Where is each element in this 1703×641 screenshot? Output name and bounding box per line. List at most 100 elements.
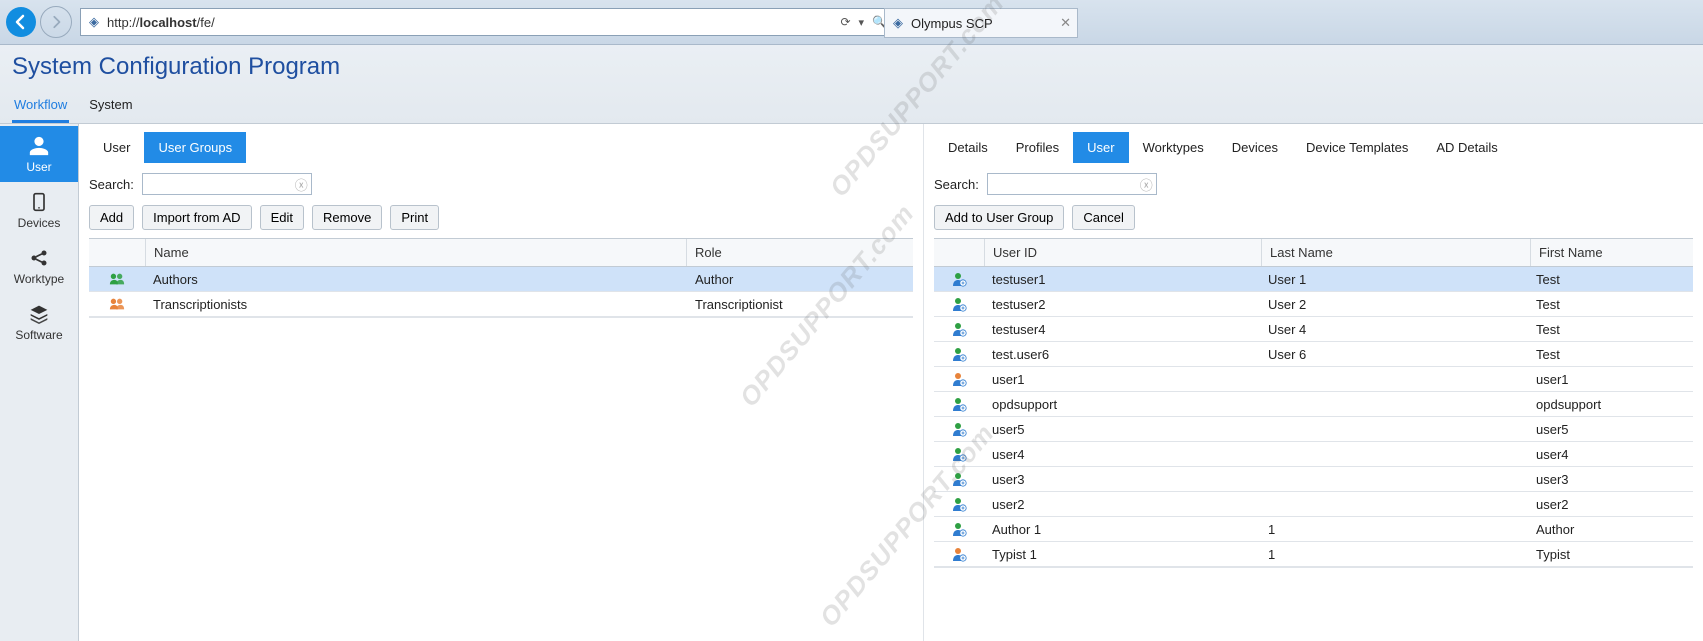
first-name-cell: Test (1528, 347, 1693, 362)
nav-back-button[interactable] (6, 7, 36, 37)
user-id-cell: user1 (984, 372, 1260, 387)
user-row[interactable]: Author 11Author (934, 517, 1693, 542)
sidebar-item-software[interactable]: Software (0, 294, 78, 350)
last-name-cell: User 6 (1260, 347, 1528, 362)
detail-tab-ad-details[interactable]: AD Details (1422, 132, 1511, 163)
sub-tab-user-groups[interactable]: User Groups (144, 132, 246, 163)
search-dropdown-icon[interactable]: ▾ (859, 16, 865, 29)
col-role[interactable]: Role (686, 239, 913, 266)
tab-close-icon[interactable]: ✕ (1060, 15, 1071, 31)
browser-tab[interactable]: ◈ Olympus SCP ✕ (884, 8, 1078, 38)
detail-tab-profiles[interactable]: Profiles (1002, 132, 1073, 163)
last-name-cell: User 1 (1260, 272, 1528, 287)
group-role: Author (687, 272, 913, 287)
edit-button[interactable]: Edit (260, 205, 304, 230)
left-sub-tabs: UserUser Groups (89, 132, 913, 163)
user-row[interactable]: testuser2User 2Test (934, 292, 1693, 317)
user-id-cell: testuser2 (984, 297, 1260, 312)
sidebar-item-user[interactable]: User (0, 126, 78, 182)
user-row[interactable]: Typist 11Typist (934, 542, 1693, 567)
first-name-cell: Test (1528, 297, 1693, 312)
grid-header: Name Role (89, 239, 913, 267)
user-id-cell: testuser1 (984, 272, 1260, 287)
app-title: System Configuration Program (12, 53, 1691, 81)
group-detail-panel: DetailsProfilesUserWorktypesDevicesDevic… (923, 124, 1703, 641)
print-button[interactable]: Print (390, 205, 439, 230)
detail-tab-user[interactable]: User (1073, 132, 1128, 163)
nav-forward-button[interactable] (40, 6, 72, 38)
sidebar-item-devices[interactable]: Devices (0, 182, 78, 238)
user-icon (28, 134, 50, 158)
sidebar-label: Worktype (14, 272, 64, 286)
col-user-id[interactable]: User ID (984, 239, 1261, 266)
sidebar-label: Software (15, 328, 62, 342)
arrow-left-icon (13, 14, 29, 30)
group-name: Authors (145, 272, 687, 287)
first-name-cell: Test (1528, 272, 1693, 287)
col-icon (89, 239, 145, 266)
left-search-label: Search: (89, 177, 134, 192)
user-icon (951, 346, 967, 362)
sidebar: User Devices Worktype Software (0, 124, 79, 641)
user-row[interactable]: user5user5 (934, 417, 1693, 442)
top-tab-system[interactable]: System (87, 91, 134, 123)
user-row[interactable]: user2user2 (934, 492, 1693, 517)
first-name-cell: opdsupport (1528, 397, 1693, 412)
right-search-input[interactable] (987, 173, 1157, 195)
last-name-cell: User 4 (1260, 322, 1528, 337)
top-tab-workflow[interactable]: Workflow (12, 91, 69, 123)
sidebar-label: Devices (18, 216, 61, 230)
grid-header: User ID Last Name First Name (934, 239, 1693, 267)
detail-tab-device-templates[interactable]: Device Templates (1292, 132, 1422, 163)
user-groups-panel: UserUser Groups Search: ⓧ Add Import from… (79, 124, 923, 641)
user-row[interactable]: testuser1User 1Test (934, 267, 1693, 292)
user-groups-grid: Name Role AuthorsAuthorTranscriptionists… (89, 238, 913, 318)
sub-tab-user[interactable]: User (89, 132, 144, 163)
user-icon (951, 521, 967, 537)
right-search-clear-icon[interactable]: ⓧ (1140, 175, 1153, 194)
top-tabs: Workflow System (12, 91, 1691, 123)
user-row[interactable]: test.user6User 6Test (934, 342, 1693, 367)
col-last-name[interactable]: Last Name (1261, 239, 1530, 266)
left-search-input[interactable] (142, 173, 312, 195)
user-icon (951, 546, 967, 562)
address-bar[interactable]: ◈ http://localhost/fe/ ⟳ ▾ 🔍 (80, 8, 894, 36)
last-name-cell: 1 (1260, 547, 1528, 562)
col-first-name[interactable]: First Name (1530, 239, 1693, 266)
user-icon (951, 271, 967, 287)
user-icon (951, 371, 967, 387)
detail-tab-details[interactable]: Details (934, 132, 1002, 163)
group-row[interactable]: TranscriptionistsTranscriptionist (89, 292, 913, 317)
user-row[interactable]: user1user1 (934, 367, 1693, 392)
left-search-clear-icon[interactable]: ⓧ (295, 175, 308, 194)
detail-tab-worktypes[interactable]: Worktypes (1129, 132, 1218, 163)
first-name-cell: user3 (1528, 472, 1693, 487)
sidebar-item-worktype[interactable]: Worktype (0, 238, 78, 294)
detail-tab-devices[interactable]: Devices (1218, 132, 1292, 163)
add-button[interactable]: Add (89, 205, 134, 230)
user-icon (951, 396, 967, 412)
user-row[interactable]: user4user4 (934, 442, 1693, 467)
user-id-cell: user3 (984, 472, 1260, 487)
arrow-right-icon (49, 15, 63, 29)
users-grid: User ID Last Name First Name testuser1Us… (934, 238, 1693, 568)
import-from-ad-button[interactable]: Import from AD (142, 205, 251, 230)
app-header: System Configuration Program Workflow Sys… (0, 45, 1703, 124)
remove-button[interactable]: Remove (312, 205, 382, 230)
cancel-button[interactable]: Cancel (1072, 205, 1134, 230)
refresh-icon[interactable]: ⟳ (840, 15, 850, 29)
user-id-cell: user2 (984, 497, 1260, 512)
group-row[interactable]: AuthorsAuthor (89, 267, 913, 292)
user-row[interactable]: opdsupport opdsupport (934, 392, 1693, 417)
col-name[interactable]: Name (145, 239, 686, 266)
user-row[interactable]: user3 user3 (934, 467, 1693, 492)
sidebar-label: User (26, 160, 51, 174)
first-name-cell: Test (1528, 322, 1693, 337)
user-icon (951, 471, 967, 487)
user-row[interactable]: testuser4User 4Test (934, 317, 1693, 342)
user-icon (951, 446, 967, 462)
last-name-cell: User 2 (1260, 297, 1528, 312)
add-to-user-group-button[interactable]: Add to User Group (934, 205, 1064, 230)
user-id-cell: opdsupport (984, 397, 1260, 412)
share-icon (29, 246, 49, 270)
